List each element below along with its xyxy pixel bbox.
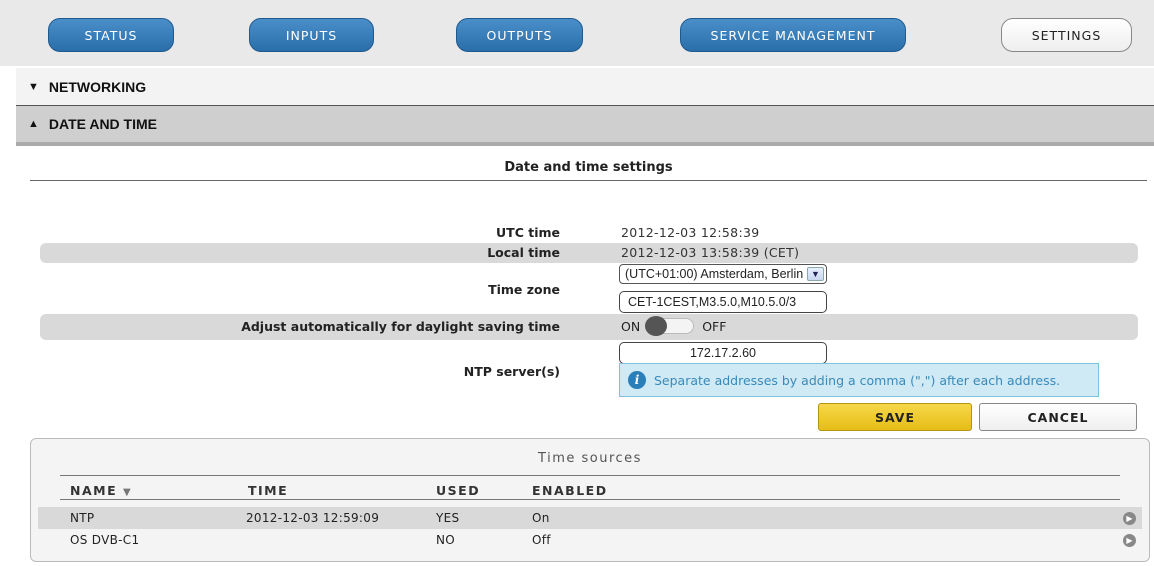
triangle-up-icon: ▲: [28, 118, 39, 130]
table-row[interactable]: NTP 2012-12-03 12:59:09 YES On ▶: [38, 507, 1142, 529]
tab-settings[interactable]: SETTINGS: [1001, 18, 1132, 52]
cell-used: YES: [436, 511, 460, 525]
toggle-knob: [645, 316, 668, 336]
sort-down-icon: ▼: [122, 487, 133, 498]
dst-label: Adjust automatically for daylight saving…: [241, 319, 560, 334]
column-header-used: USED: [436, 483, 481, 498]
cell-used: NO: [436, 533, 456, 547]
ntp-info-text: Separate addresses by adding a comma (",…: [654, 372, 1061, 388]
column-header-time: TIME: [248, 483, 289, 498]
tab-service-management[interactable]: SERVICE MANAGEMENT: [680, 18, 906, 52]
column-header-enabled: ENABLED: [532, 483, 608, 498]
section-date-and-time[interactable]: ▲ DATE AND TIME: [16, 106, 1154, 146]
divider: [60, 475, 1120, 476]
time-zone-select-value: (UTC+01:00) Amsterdam, Berlin: [625, 267, 804, 281]
chevron-right-icon[interactable]: ▶: [1123, 534, 1136, 547]
ntp-info-box: i Separate addresses by adding a comma (…: [619, 363, 1099, 397]
time-sources-title: Time sources: [538, 451, 642, 466]
info-icon: i: [628, 371, 646, 389]
tab-outputs[interactable]: OUTPUTS: [456, 18, 583, 52]
divider: [30, 180, 1147, 181]
cell-enabled: Off: [532, 533, 551, 547]
column-header-name-label: NAME: [70, 483, 118, 498]
table-row[interactable]: OS DVB-C1 NO Off ▶: [38, 529, 1142, 551]
top-nav-bar: STATUS INPUTS OUTPUTS SERVICE MANAGEMENT…: [0, 0, 1154, 66]
section-networking-label: NETWORKING: [48, 78, 147, 95]
chevron-down-icon: ▼: [807, 267, 824, 281]
divider: [60, 499, 1120, 500]
dst-toggle[interactable]: ON OFF: [621, 316, 731, 336]
chevron-right-icon[interactable]: ▶: [1123, 512, 1136, 525]
triangle-down-icon: ▼: [28, 80, 39, 93]
tab-status[interactable]: STATUS: [48, 18, 174, 52]
cell-time: 2012-12-03 12:59:09: [246, 511, 380, 525]
column-header-name[interactable]: NAME ▼: [70, 483, 132, 498]
toggle-track: [645, 316, 695, 336]
cancel-button[interactable]: CANCEL: [979, 403, 1137, 431]
cell-enabled: On: [532, 511, 550, 525]
dst-off-label: OFF: [702, 318, 727, 334]
utc-time-label: UTC time: [496, 225, 560, 240]
ntp-server-input[interactable]: 172.17.2.60: [619, 342, 827, 364]
time-zone-label: Time zone: [488, 282, 560, 297]
save-button[interactable]: SAVE: [818, 403, 972, 431]
section-date-and-time-label: DATE AND TIME: [48, 116, 157, 132]
section-networking[interactable]: ▼ NETWORKING: [16, 68, 1154, 106]
local-time-value: 2012-12-03 13:58:39 (CET): [621, 245, 800, 260]
tab-inputs[interactable]: INPUTS: [249, 18, 374, 52]
dst-on-label: ON: [621, 318, 641, 334]
tz-string-field[interactable]: CET-1CEST,M3.5.0,M10.5.0/3: [619, 291, 827, 313]
panel-title: Date and time settings: [504, 160, 673, 175]
ntp-server-label: NTP server(s): [463, 364, 560, 379]
cell-name: NTP: [70, 511, 95, 525]
local-time-label: Local time: [487, 245, 560, 260]
local-time-row: [40, 243, 1138, 263]
cell-name: OS DVB-C1: [70, 533, 140, 547]
time-zone-select[interactable]: (UTC+01:00) Amsterdam, Berlin ▼: [619, 264, 827, 284]
utc-time-value: 2012-12-03 12:58:39: [621, 225, 760, 240]
